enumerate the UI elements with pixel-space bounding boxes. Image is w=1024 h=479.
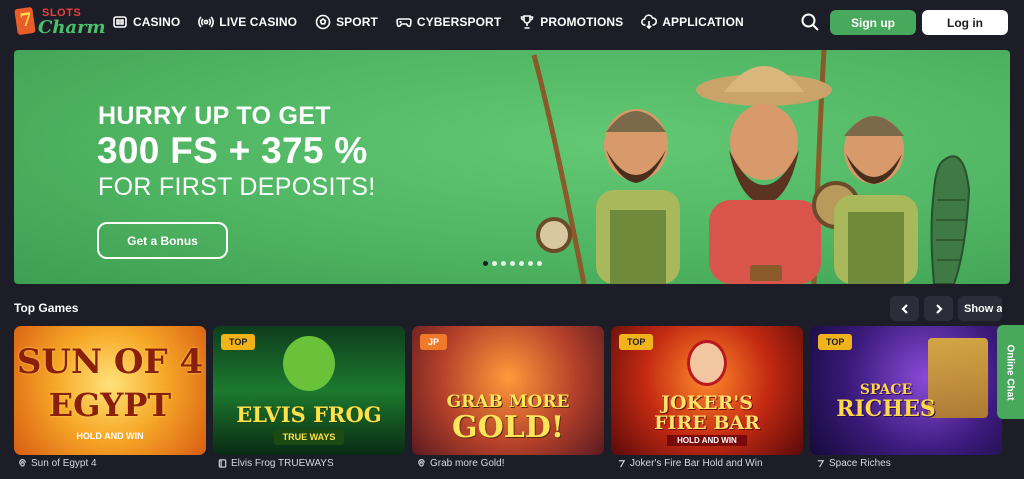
casino-icon	[113, 16, 127, 28]
search-button[interactable]	[800, 12, 820, 32]
nav-application[interactable]: APPLICATION	[641, 14, 744, 30]
game-card-elvis-frog[interactable]: TOP ELVIS FROG TRUE WAYS	[213, 326, 405, 455]
game-label[interactable]: Sun of Egypt 4	[18, 458, 97, 469]
fishermen-illustration	[531, 50, 971, 284]
carousel-dot[interactable]	[501, 261, 506, 266]
slot-seven-icon	[14, 6, 36, 36]
game-art-title: ELVIS FROG	[236, 402, 382, 427]
chevron-right-icon	[935, 303, 943, 314]
nav-casino-label: CASINO	[133, 15, 181, 29]
login-button[interactable]: Log in	[922, 10, 1008, 35]
nav-sport-label: SPORT	[336, 15, 378, 29]
chevron-left-icon	[900, 303, 908, 314]
game-name: Sun of Egypt 4	[31, 458, 97, 469]
gamepad-icon	[396, 18, 412, 28]
game-art-caption: HOLD AND WIN	[76, 431, 144, 441]
game-art-subtitle: RICHES	[836, 396, 936, 422]
game-label[interactable]: Joker's Fire Bar Hold and Win	[617, 458, 763, 469]
carousel-dot[interactable]	[519, 261, 524, 266]
soccer-ball-icon	[315, 14, 331, 30]
spiral-icon	[19, 459, 26, 467]
nav-live-casino-label: LIVE CASINO	[219, 15, 298, 29]
game-card-jokers-fire-bar[interactable]: TOP JOKER'S FIRE BAR HOLD AND WIN	[611, 326, 803, 455]
banner-headline: HURRY UP TO GET	[98, 102, 331, 130]
game-art-title: GRAB MORE	[446, 392, 570, 412]
top-badge: TOP	[221, 334, 256, 350]
banner-offer: 300 FS + 375 %	[97, 130, 368, 171]
spiral-icon	[418, 459, 425, 467]
jackpot-badge: JP	[420, 334, 448, 350]
top-badge: TOP	[619, 334, 654, 350]
game-art-subtitle: GOLD!	[451, 410, 565, 445]
book-icon	[218, 459, 227, 468]
trophy-icon	[520, 15, 534, 29]
top-badge: TOP	[818, 334, 853, 350]
main-nav: CASINO LIVE CASINO SPORT CYBERSPORT PROM…	[112, 0, 744, 44]
logo-text-bottom: Charm	[38, 17, 106, 38]
top-games-title: Top Games	[14, 301, 79, 315]
prev-arrow-button[interactable]	[890, 296, 919, 321]
nav-casino[interactable]: CASINO	[112, 14, 180, 30]
seven-icon	[817, 460, 825, 468]
carousel-dot[interactable]	[483, 261, 488, 266]
game-card-space-riches[interactable]: TOP SPACE RICHES	[810, 326, 1002, 455]
nav-live-casino[interactable]: LIVE CASINO	[198, 14, 297, 30]
slotscharm-logo[interactable]: SLOTS Charm	[14, 6, 106, 38]
game-art-subtitle: TRUE WAYS	[274, 429, 344, 445]
nav-promotions-label: PROMOTIONS	[540, 15, 624, 29]
carousel-dot[interactable]	[510, 261, 515, 266]
live-broadcast-icon	[198, 16, 215, 28]
game-name: Elvis Frog TRUEWAYS	[231, 458, 334, 469]
promo-banner[interactable]: HURRY UP TO GET 300 FS + 375 % FOR FIRST…	[14, 50, 1010, 284]
game-art-subtitle: FIRE BAR	[654, 412, 760, 434]
joker-illustration	[687, 340, 727, 386]
nav-cybersport[interactable]: CYBERSPORT	[396, 14, 501, 30]
nav-cybersport-label: CYBERSPORT	[416, 15, 502, 29]
game-card-grab-more-gold[interactable]: JP GRAB MORE GOLD!	[412, 326, 604, 455]
online-chat-tab[interactable]: Online Chat	[997, 325, 1024, 419]
seven-icon	[618, 460, 626, 468]
game-card-sun-of-egypt-4[interactable]: SUN OF 4 EGYPT HOLD AND WIN	[14, 326, 206, 455]
game-art-title: SUN OF 4	[16, 342, 204, 382]
top-header: SLOTS Charm CASINO LIVE CASINO SPORT CYB…	[0, 0, 1024, 44]
frog-illustration	[283, 336, 335, 391]
nav-sport[interactable]: SPORT	[315, 14, 378, 30]
game-name: Joker's Fire Bar Hold and Win	[630, 458, 763, 469]
online-chat-label: Online Chat	[1005, 343, 1016, 401]
carousel-dot[interactable]	[528, 261, 533, 266]
game-art-title: JOKER'S	[661, 392, 753, 414]
game-label[interactable]: Space Riches	[816, 458, 891, 469]
carousel-dot[interactable]	[492, 261, 497, 266]
get-bonus-button[interactable]: Get a Bonus	[97, 222, 228, 259]
game-label[interactable]: Grab more Gold!	[417, 458, 504, 469]
carousel-dots	[483, 261, 542, 266]
game-name: Space Riches	[829, 458, 891, 469]
signup-button[interactable]: Sign up	[830, 10, 916, 35]
next-arrow-button[interactable]	[924, 296, 953, 321]
banner-subheadline: FOR FIRST DEPOSITS!	[98, 173, 376, 201]
game-art-caption: HOLD AND WIN	[667, 435, 747, 446]
nav-application-label: APPLICATION	[662, 15, 744, 29]
carousel-dot[interactable]	[537, 261, 542, 266]
show-all-button[interactable]: Show all	[958, 296, 1002, 321]
search-icon	[801, 13, 819, 31]
nav-promotions[interactable]: PROMOTIONS	[519, 14, 623, 30]
download-icon	[641, 14, 658, 30]
game-label[interactable]: Elvis Frog TRUEWAYS	[218, 458, 334, 469]
game-name: Grab more Gold!	[430, 458, 505, 469]
game-art-subtitle: EGYPT	[48, 386, 172, 424]
